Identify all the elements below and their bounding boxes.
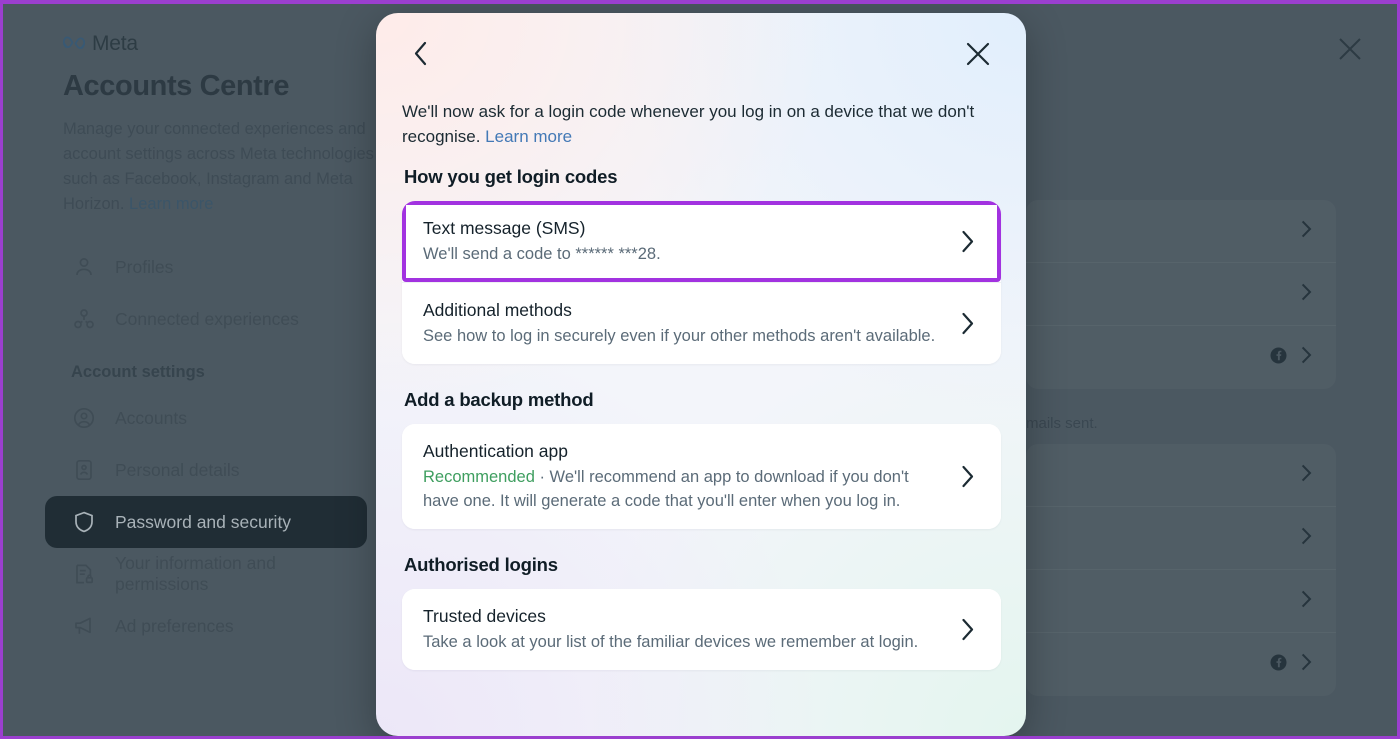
id-card-icon <box>71 458 97 482</box>
row-text: Authentication app Recommended · We'll r… <box>423 439 945 513</box>
chevron-right-icon <box>1301 527 1312 550</box>
row-text: Text message (SMS) We'll send a code to … <box>423 216 945 266</box>
dialog-body: We'll now ask for a login code whenever … <box>376 99 1026 670</box>
section-heading-authorised-logins: Authorised logins <box>404 554 558 575</box>
background-row[interactable] <box>1026 570 1336 633</box>
chevron-right-icon <box>957 230 979 253</box>
screenshot-root: Meta Accounts Centre Manage your connect… <box>0 0 1400 739</box>
meta-brand: Meta <box>62 32 383 56</box>
background-row[interactable] <box>1026 444 1336 507</box>
row-subtitle: We'll send a code to ****** ***28. <box>423 245 661 263</box>
close-icon <box>965 41 991 72</box>
facebook-icon <box>1270 654 1287 676</box>
chevron-right-icon <box>1301 220 1312 243</box>
background-row[interactable] <box>1026 507 1336 570</box>
facebook-icon <box>1270 347 1287 369</box>
sidebar-item-label: Ad preferences <box>115 615 234 636</box>
row-text: Additional methods See how to log in sec… <box>423 298 945 348</box>
row-title: Trusted devices <box>423 606 546 626</box>
background-row[interactable] <box>1026 326 1336 389</box>
authorised-logins-card-group: Trusted devices Take a look at your list… <box>402 589 1001 670</box>
chevron-right-icon <box>957 618 979 641</box>
sidebar-item-label: Your information and permissions <box>115 553 276 594</box>
row-additional-methods[interactable]: Additional methods See how to log in sec… <box>402 282 1001 364</box>
chevron-right-icon <box>1301 590 1312 613</box>
dialog-header <box>376 13 1026 99</box>
sidebar-item-ad-preferences[interactable]: Ad preferences <box>45 600 367 652</box>
nodes-icon <box>71 307 97 331</box>
close-button[interactable] <box>958 36 998 76</box>
dialog-intro: We'll now ask for a login code whenever … <box>402 99 1001 149</box>
sidebar-item-label: Personal details <box>115 459 240 480</box>
sidebar-item-label: Password and security <box>115 511 292 532</box>
page-description: Manage your connected experiences and ac… <box>63 117 393 217</box>
section-heading-how-you-get-login-codes: How you get login codes <box>404 166 618 187</box>
sidebar: Meta Accounts Centre Manage your connect… <box>3 4 383 736</box>
sidebar-section-heading: Account settings <box>71 363 205 381</box>
sidebar-item-label: Accounts <box>115 407 187 428</box>
section-heading-add-a-backup-method: Add a backup method <box>404 389 594 410</box>
chevron-right-icon <box>957 465 979 488</box>
background-note: mails sent. <box>1026 415 1098 432</box>
row-subtitle: Recommended · We'll recommend an app to … <box>423 465 945 513</box>
sidebar-item-label: Profiles <box>115 256 174 277</box>
chevron-right-icon <box>1301 464 1312 487</box>
page-description-text: Manage your connected experiences and ac… <box>63 120 374 213</box>
shield-icon <box>71 510 97 534</box>
person-icon <box>71 255 97 279</box>
sidebar-nav: Profiles Connected experiences Account s… <box>45 241 383 652</box>
chevron-right-icon <box>1301 653 1312 676</box>
back-button[interactable] <box>400 36 440 76</box>
login-codes-card-group: Text message (SMS) We'll send a code to … <box>402 201 1001 364</box>
chevron-right-icon <box>1301 283 1312 306</box>
sidebar-item-personal-details[interactable]: Personal details <box>45 444 367 496</box>
row-title: Text message (SMS) <box>423 218 586 238</box>
sidebar-item-password-and-security[interactable]: Password and security <box>45 496 367 548</box>
row-text: Trusted devices Take a look at your list… <box>423 604 945 654</box>
sidebar-item-accounts[interactable]: Accounts <box>45 392 367 444</box>
sidebar-item-profiles[interactable]: Profiles <box>45 241 367 293</box>
chevron-right-icon <box>1301 346 1312 369</box>
background-settings-panel: mails sent. <box>1026 4 1336 736</box>
row-trusted-devices[interactable]: Trusted devices Take a look at your list… <box>402 589 1001 670</box>
chevron-left-icon <box>413 41 428 71</box>
background-row[interactable] <box>1026 200 1336 263</box>
page-description-learn-more-link[interactable]: Learn more <box>129 195 213 213</box>
background-card <box>1026 200 1336 389</box>
row-title: Authentication app <box>423 441 568 461</box>
background-row[interactable] <box>1026 263 1336 326</box>
two-factor-authentication-dialog: We'll now ask for a login code whenever … <box>376 13 1026 736</box>
row-subtitle: See how to log in securely even if your … <box>423 327 936 345</box>
account-circle-icon <box>71 406 97 430</box>
megaphone-icon <box>71 614 97 638</box>
sidebar-item-your-information-and-permissions[interactable]: Your information and permissions <box>45 548 367 600</box>
row-text-message-sms[interactable]: Text message (SMS) We'll send a code to … <box>402 201 1001 282</box>
row-title: Additional methods <box>423 300 572 320</box>
background-card <box>1026 444 1336 696</box>
meta-infinity-icon <box>62 35 86 54</box>
chevron-right-icon <box>957 312 979 335</box>
background-close-icon[interactable] <box>1335 34 1365 64</box>
background-row[interactable] <box>1026 633 1336 696</box>
dialog-intro-learn-more-link[interactable]: Learn more <box>485 127 572 146</box>
meta-wordmark: Meta <box>92 32 138 55</box>
document-lock-icon <box>71 562 97 586</box>
backup-method-card-group: Authentication app Recommended · We'll r… <box>402 424 1001 529</box>
recommended-badge: Recommended <box>423 468 535 486</box>
page-title: Accounts Centre <box>63 70 290 102</box>
sidebar-item-connected-experiences[interactable]: Connected experiences <box>45 293 367 345</box>
row-authentication-app[interactable]: Authentication app Recommended · We'll r… <box>402 424 1001 529</box>
row-subtitle: Take a look at your list of the familiar… <box>423 633 919 651</box>
sidebar-item-label: Connected experiences <box>115 308 299 329</box>
